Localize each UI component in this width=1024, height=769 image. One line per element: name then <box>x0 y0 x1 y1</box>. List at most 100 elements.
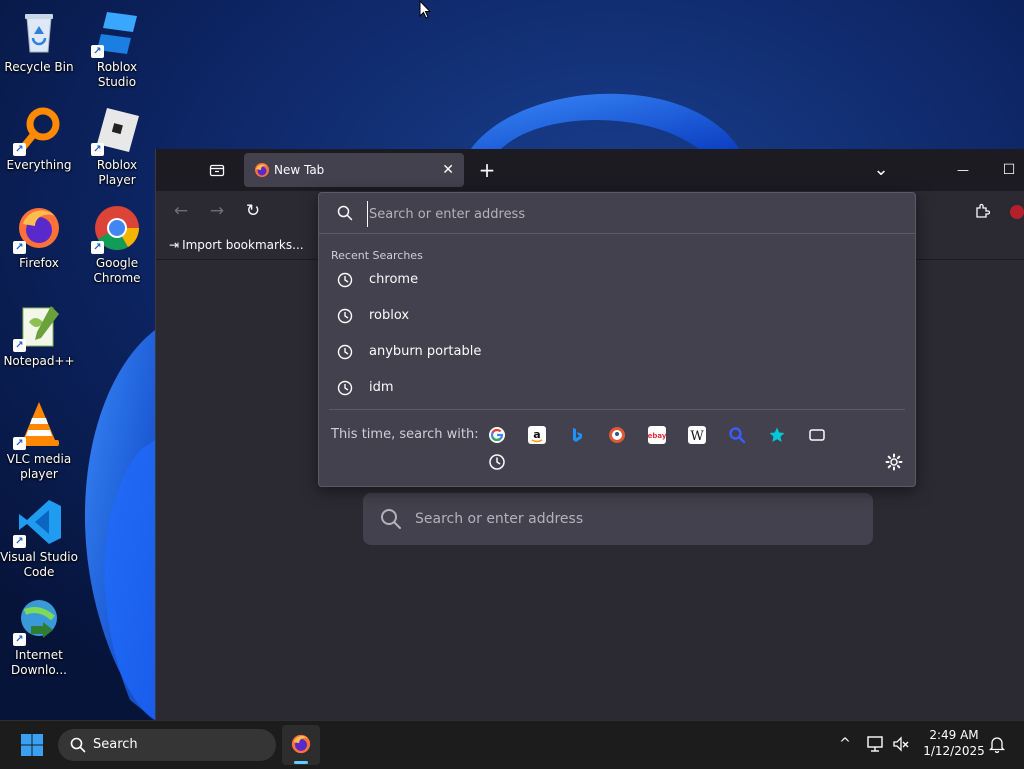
firefox-view-icon <box>209 164 225 177</box>
desktop-icon-firefox[interactable]: ↗ Firefox <box>0 204 78 271</box>
shortcut-arrow-icon: ↗ <box>13 143 26 156</box>
maximize-button[interactable]: ☐ <box>994 155 1024 185</box>
recent-search-item[interactable]: idm <box>325 371 909 405</box>
history-clock-icon <box>337 380 353 396</box>
duckduckgo-icon <box>609 427 625 443</box>
desktop-icon-label: Internet Downlo... <box>11 648 67 677</box>
search-icon <box>70 737 86 753</box>
search-settings-button[interactable] <box>885 453 903 471</box>
search-with-label: This time, search with: <box>331 427 479 442</box>
desktop-icon-everything[interactable]: ↗ Everything <box>0 106 78 173</box>
desktop-icon-label: VLC media player <box>6 452 72 481</box>
volume-button[interactable] <box>892 735 910 753</box>
desktop-icon-label: Everything <box>6 158 72 172</box>
show-hidden-icons-button[interactable]: ^ <box>836 735 854 753</box>
network-status-button[interactable] <box>866 735 886 753</box>
desktop-icon-notepad-plus-plus[interactable]: ↗ Notepad++ <box>0 302 78 369</box>
shortcut-arrow-icon: ↗ <box>13 241 26 254</box>
shortcut-arrow-icon: ↗ <box>91 143 104 156</box>
svg-text:a: a <box>533 428 540 441</box>
search-icon <box>381 509 401 529</box>
new-tab-button[interactable]: + <box>474 155 500 185</box>
svg-text:W: W <box>690 429 704 444</box>
engine-amazon-button[interactable]: a <box>528 426 546 444</box>
history-clock-icon <box>337 344 353 360</box>
shortcut-arrow-icon: ↗ <box>13 339 26 352</box>
forward-button[interactable]: → <box>203 196 231 226</box>
taskbar-firefox-button[interactable] <box>282 725 320 765</box>
new-tab-search-placeholder: Search or enter address <box>415 511 584 527</box>
desktop-icon-roblox-studio[interactable]: ↗ Roblox Studio <box>78 8 156 90</box>
bell-icon <box>988 737 1006 754</box>
desktop-icon-vlc[interactable]: ↗ VLC media player <box>0 400 78 482</box>
desktop-icon-vscode[interactable]: ↗ Visual Studio Code <box>0 498 78 580</box>
extensions-button[interactable] <box>968 196 996 226</box>
desktop-icon-recycle-bin[interactable]: Recycle Bin <box>0 8 78 75</box>
firefox-favicon-icon <box>255 163 269 177</box>
history-clock-icon <box>337 308 353 324</box>
engine-bookmarks-button[interactable] <box>768 426 786 444</box>
taskbar-search-label: Search <box>93 737 138 752</box>
perplexity-icon <box>729 427 746 444</box>
engine-bing-button[interactable] <box>568 426 586 444</box>
desktop-icon-internet-download-manager[interactable]: ↗ Internet Downlo... <box>0 596 78 678</box>
ublock-extension-icon[interactable] <box>1010 205 1024 219</box>
minimize-button[interactable]: — <box>946 155 980 185</box>
recent-search-item[interactable]: anyburn portable <box>325 335 909 369</box>
urlbar-input-row <box>319 193 915 234</box>
wikipedia-icon: W <box>690 429 704 444</box>
recent-search-item[interactable]: roblox <box>325 299 909 333</box>
engine-duckduckgo-button[interactable] <box>608 426 626 444</box>
recent-search-text: roblox <box>369 308 410 323</box>
desktop-icon-label: Roblox Studio <box>96 60 138 89</box>
search-icon <box>337 205 353 221</box>
puzzle-icon <box>976 203 991 218</box>
clock-time: 2:49 AM <box>929 728 979 742</box>
recent-search-item[interactable]: chrome <box>325 263 909 297</box>
start-button[interactable] <box>20 733 44 757</box>
new-tab-search-box[interactable]: Search or enter address <box>363 493 873 545</box>
taskbar-clock[interactable]: 2:49 AM 1/12/2025 <box>912 727 996 759</box>
active-app-indicator <box>294 761 308 764</box>
recent-searches-heading: Recent Searches <box>331 249 423 262</box>
tab-bar: New Tab ✕ + ⌄ — ☐ <box>156 149 1024 191</box>
svg-text:ebay: ebay <box>648 432 666 440</box>
desktop-icon-google-chrome[interactable]: ↗ Google Chrome <box>78 204 156 286</box>
reload-button[interactable]: ↻ <box>239 196 267 226</box>
clock-date: 1/12/2025 <box>923 744 985 758</box>
engine-google-button[interactable] <box>488 426 506 444</box>
mouse-pointer-icon <box>419 0 431 19</box>
desktop-icon-label: Google Chrome <box>93 256 141 285</box>
volume-muted-icon <box>893 736 909 752</box>
desktop-icon-roblox-player[interactable]: ↗ Roblox Player <box>78 106 156 188</box>
firefox-view-button[interactable] <box>204 155 230 185</box>
gear-icon <box>885 453 903 471</box>
recent-search-text: idm <box>369 380 394 395</box>
desktop-icon-label: Recycle Bin <box>4 60 74 74</box>
engine-tabs-button[interactable] <box>808 426 826 444</box>
back-button[interactable]: ← <box>167 196 195 226</box>
chevron-up-icon: ^ <box>839 736 851 752</box>
history-clock-icon <box>337 272 353 288</box>
taskbar-search-box[interactable]: Search <box>58 729 276 761</box>
notifications-button[interactable] <box>988 735 1006 754</box>
ebay-icon: ebay <box>648 432 666 440</box>
list-all-tabs-button[interactable]: ⌄ <box>868 155 894 185</box>
tab-new-tab[interactable]: New Tab ✕ <box>244 153 464 187</box>
shortcut-arrow-icon: ↗ <box>91 241 104 254</box>
tab-close-button[interactable]: ✕ <box>442 153 454 187</box>
engine-ebay-button[interactable]: ebay <box>648 426 666 444</box>
import-bookmarks-button[interactable]: ⇥ Import bookmarks... <box>169 236 304 254</box>
engine-wikipedia-button[interactable]: W <box>688 426 706 444</box>
urlbar-input[interactable] <box>367 201 901 227</box>
desktop-icon-label: Notepad++ <box>3 354 75 368</box>
urlbar-dropdown: Recent Searches chrome roblox anyburn po… <box>318 192 916 487</box>
bookmarks-star-icon <box>769 427 785 442</box>
import-bookmarks-label: Import bookmarks... <box>182 238 304 252</box>
tabs-icon <box>809 429 825 441</box>
engine-history-button[interactable] <box>488 453 506 471</box>
shortcut-arrow-icon: ↗ <box>91 45 104 58</box>
import-icon: ⇥ <box>169 238 180 252</box>
popup-divider <box>329 409 905 410</box>
engine-perplexity-button[interactable] <box>728 426 746 444</box>
